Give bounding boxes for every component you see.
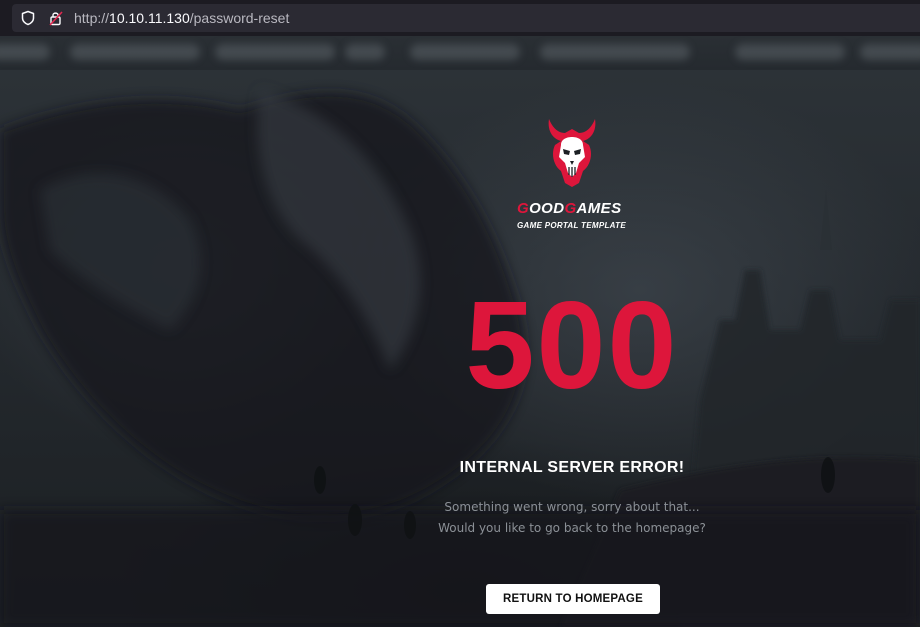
blurred-nav-item <box>540 44 690 60</box>
url-protocol: http:// <box>74 10 110 26</box>
blurred-nav-item <box>70 44 200 60</box>
error-message-line1: Something went wrong, sorry about that..… <box>444 500 700 514</box>
brand-name: GOODGAMES <box>517 200 621 218</box>
url-host: 10.10.11.130 <box>109 10 190 26</box>
blurred-nav-item <box>0 44 50 60</box>
blurred-nav-item <box>860 44 920 60</box>
blurred-nav-item <box>345 44 385 60</box>
brand-accent-g1: G <box>517 200 530 217</box>
brand-accent-g2: G <box>564 200 577 217</box>
insecure-lock-icon[interactable] <box>48 10 64 26</box>
error-message-line2: Would you like to go back to the homepag… <box>438 521 706 535</box>
error-title: INTERNAL SERVER ERROR! <box>459 459 685 476</box>
goodgames-logo-icon <box>548 119 596 187</box>
blurred-navbar <box>0 36 920 70</box>
blurred-nav-item <box>410 44 520 60</box>
browser-toolbar: http://10.10.11.130/password-reset <box>0 0 920 36</box>
return-to-homepage-button[interactable]: RETURN TO HOMEPAGE <box>486 584 660 614</box>
brand-tagline: GAME PORTAL TEMPLATE <box>517 221 626 230</box>
shield-icon[interactable] <box>20 10 36 26</box>
blurred-nav-item <box>735 44 845 60</box>
error-code: 500 <box>465 277 679 415</box>
url-text[interactable]: http://10.10.11.130/password-reset <box>74 9 289 27</box>
brand-part1: OOD <box>529 200 565 217</box>
url-path: /password-reset <box>189 10 290 26</box>
brand-part2: AMES <box>576 200 622 217</box>
blurred-nav-item <box>215 44 335 60</box>
